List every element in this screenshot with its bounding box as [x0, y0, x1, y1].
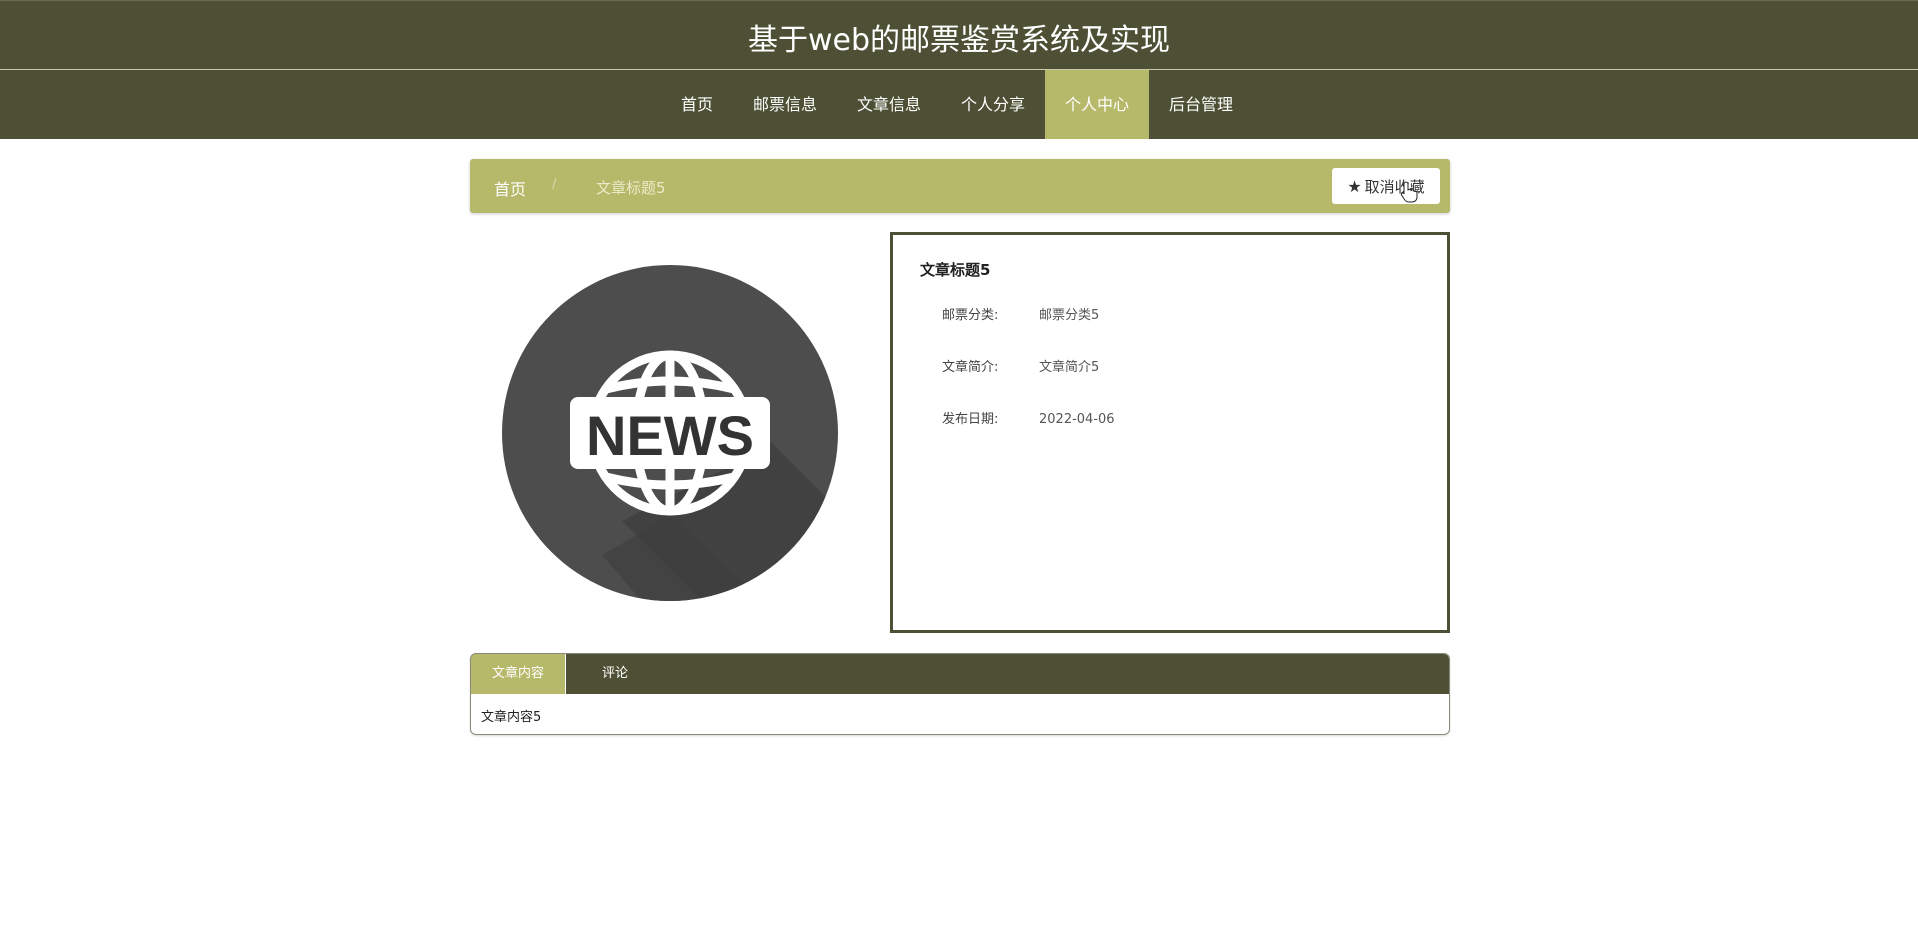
article-content-text: 文章内容5 — [481, 710, 542, 725]
breadcrumb-separator: / — [552, 177, 557, 192]
site-title: 基于web的邮票鉴赏系统及实现 — [747, 23, 1171, 58]
detail-row-publish-date: 发布日期: 2022-04-06 — [942, 408, 1115, 427]
detail-value: 文章简介5 — [1039, 360, 1100, 375]
nav-item-admin[interactable]: 后台管理 — [1149, 70, 1253, 139]
content-tabs: 文章内容 评论 文章内容5 — [470, 653, 1450, 735]
tab-bar: 文章内容 评论 — [471, 654, 1449, 694]
detail-label: 文章简介: — [942, 360, 999, 375]
breadcrumb-home-link[interactable]: 首页 — [494, 176, 526, 200]
hand-cursor-icon — [1400, 181, 1418, 203]
detail-value: 邮票分类5 — [1039, 308, 1100, 323]
detail-label: 发布日期: — [942, 412, 999, 427]
detail-row-category: 邮票分类: 邮票分类5 — [942, 304, 1099, 323]
tab-comments[interactable]: 评论 — [585, 654, 645, 694]
main-nav: 首页 邮票信息 文章信息 个人分享 个人中心 后台管理 — [0, 70, 1918, 139]
detail-value: 2022-04-06 — [1039, 412, 1115, 427]
star-icon: ★ — [1347, 176, 1362, 196]
unfavorite-button[interactable]: ★ 取消收藏 — [1332, 168, 1440, 204]
news-globe-icon: NEWS — [502, 265, 838, 601]
nav-item-personal-share[interactable]: 个人分享 — [941, 70, 1045, 139]
nav-item-stamp-info[interactable]: 邮票信息 — [733, 70, 837, 139]
breadcrumb-current: 文章标题5 — [596, 179, 666, 197]
nav-item-personal-center[interactable]: 个人中心 — [1045, 70, 1150, 139]
tab-article-content[interactable]: 文章内容 — [471, 654, 566, 694]
article-title: 文章标题5 — [920, 261, 991, 279]
nav-item-article-info[interactable]: 文章信息 — [837, 70, 941, 139]
site-header: 基于web的邮票鉴赏系统及实现 — [0, 0, 1918, 69]
nav-list: 首页 邮票信息 文章信息 个人分享 个人中心 后台管理 — [0, 70, 1918, 139]
article-detail-panel: 文章标题5 邮票分类: 邮票分类5 文章简介: 文章简介5 发布日期: 2022-04… — [890, 232, 1450, 633]
breadcrumb: 首页 / 文章标题5 ★ 取消收藏 — [470, 159, 1450, 213]
nav-item-home[interactable]: 首页 — [661, 70, 733, 139]
news-image-text: NEWS — [586, 404, 754, 467]
detail-row-summary: 文章简介: 文章简介5 — [942, 356, 1099, 375]
detail-label: 邮票分类: — [942, 308, 999, 323]
